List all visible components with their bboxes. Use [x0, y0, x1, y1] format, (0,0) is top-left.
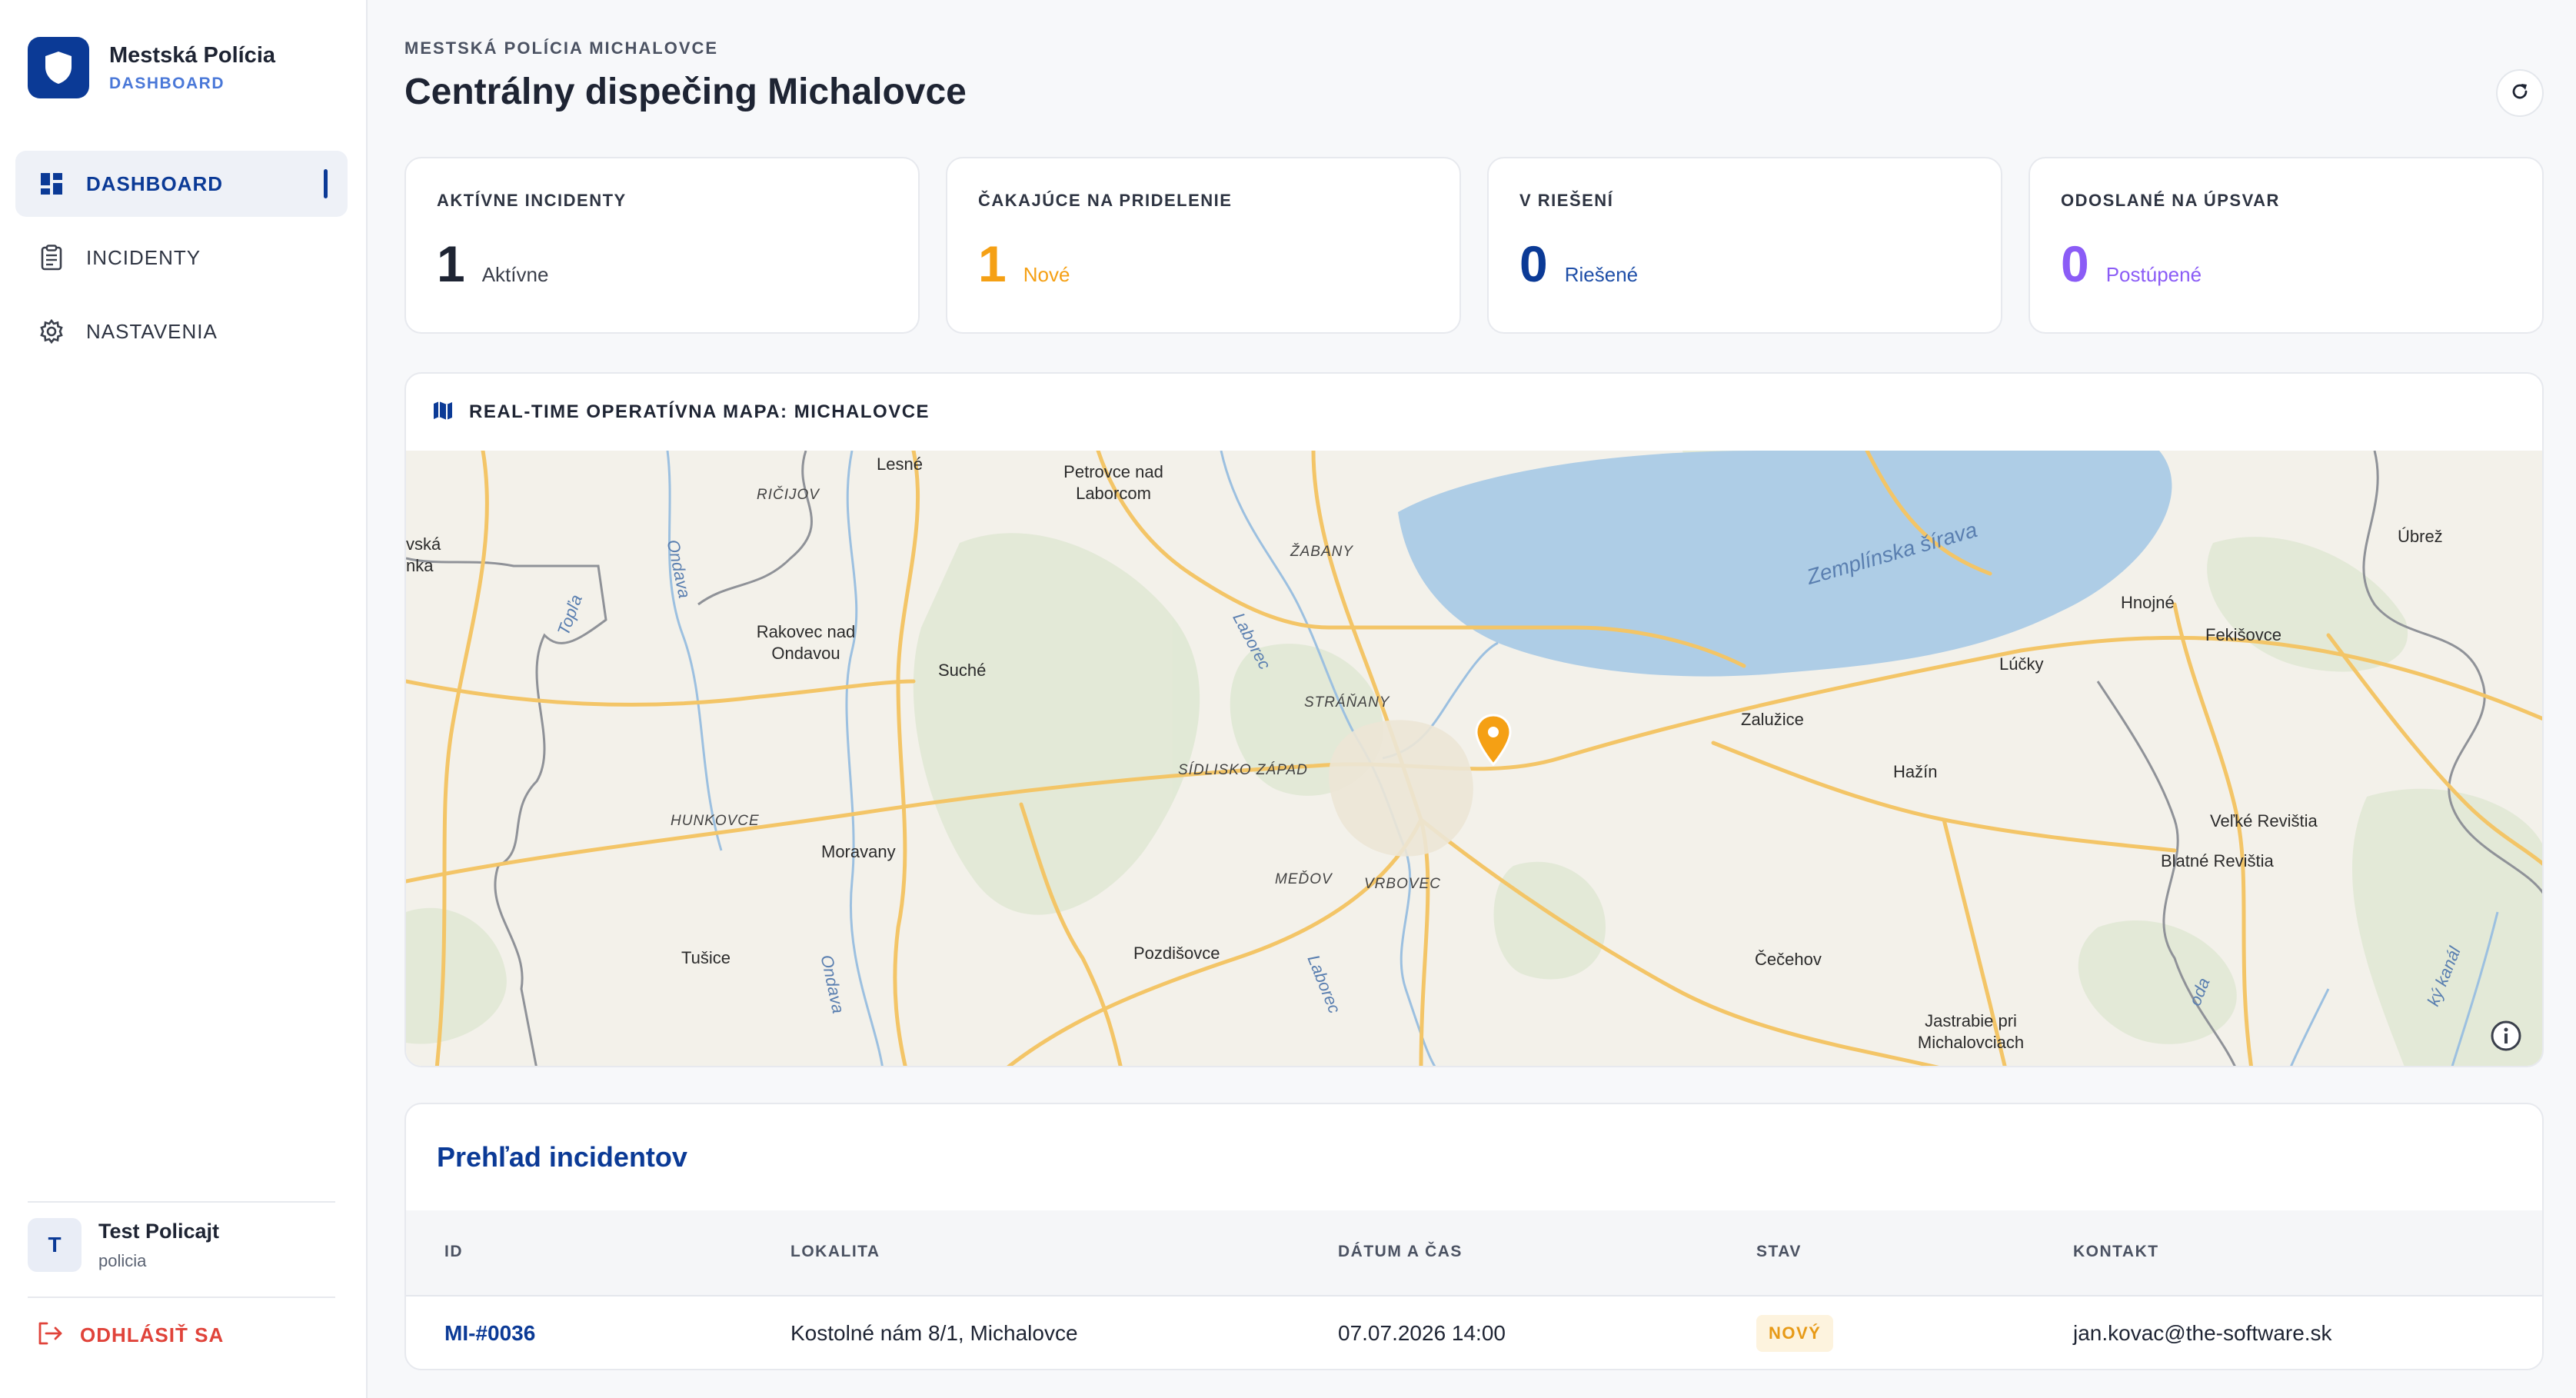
user-name: Test Policajt [98, 1219, 220, 1243]
sidebar: Mestská Polícia DASHBOARD DASHBOARD INCI… [0, 0, 368, 1398]
stat-card-in-progress: V RIEŠENÍ 0 Riešené [1487, 157, 2002, 334]
stat-unit: Postúpené [2105, 263, 2202, 286]
logout-icon [37, 1321, 63, 1350]
map-info-icon[interactable] [2490, 1020, 2522, 1052]
sidebar-item-nastavenia[interactable]: NASTAVENIA [15, 298, 348, 364]
sidebar-divider [28, 1201, 335, 1203]
incident-id-link[interactable]: MI-#0036 [444, 1321, 535, 1346]
logout-button[interactable]: ODHLÁSIŤ SA [37, 1321, 224, 1350]
map-place-label: Jastrabie pri Michalovciach [1917, 1011, 2025, 1052]
page-eyebrow: MESTSKÁ POLÍCIA MICHALOVCE [404, 38, 719, 58]
sidebar-item-label: NASTAVENIA [86, 319, 218, 343]
sidebar-item-label: INCIDENTY [86, 245, 201, 269]
map-place-label: Lesné [877, 454, 923, 474]
stat-card-active: AKTÍVNE INCIDENTY 1 Aktívne [404, 157, 920, 334]
map-card: REAL-TIME OPERATÍVNA MAPA: MICHALOVCE Le… [404, 372, 2544, 1067]
shield-logo-icon [28, 37, 89, 98]
stat-value: 0 [1519, 235, 1548, 292]
page-title: Centrálny dispečing Michalovce [404, 72, 967, 112]
map-place-label: Blatné Revištia [2161, 851, 2274, 870]
avatar: T [28, 1218, 82, 1272]
stat-label: ODOSLANÉ NA ÚPSVAR [2061, 191, 2280, 210]
sidebar-divider [28, 1296, 335, 1298]
table-row[interactable]: MI-#0036 Kostolné nám 8/1, Michalovce 07… [406, 1298, 2542, 1369]
stat-label: V RIEŠENÍ [1519, 191, 1614, 210]
incident-marker-pin-icon[interactable] [1474, 714, 1513, 767]
map-place-label: vská nka [406, 534, 441, 575]
brand-title: Mestská Polícia [109, 42, 275, 68]
stat-value: 1 [978, 235, 1007, 292]
map-place-label: Zalužice [1741, 710, 1804, 729]
column-header-status[interactable]: STAV [1756, 1243, 1802, 1261]
user-profile[interactable]: T Test Policajt policia [28, 1218, 219, 1272]
map-place-label: Pozdišovce [1133, 944, 1220, 963]
column-header-datetime[interactable]: DÁTUM A ČAS [1338, 1243, 1463, 1261]
stat-unit: Riešené [1564, 263, 1639, 286]
incident-contact: jan.kovac@the-software.sk [2073, 1321, 2332, 1345]
gear-icon [38, 318, 65, 345]
stat-label: ČAKAJÚCE NA PRIDELENIE [978, 191, 1233, 210]
map-place-label: STRÁŇANY [1304, 694, 1390, 711]
stat-value: 1 [437, 235, 465, 292]
stat-unit: Nové [1023, 263, 1070, 286]
refresh-button[interactable] [2496, 69, 2544, 117]
map-place-label: SÍDLISKO ZÁPAD [1178, 762, 1308, 778]
map-place-label: Čečehov [1755, 950, 1822, 969]
map-place-label: RIČIJOV [757, 487, 820, 503]
map-icon [432, 400, 454, 425]
grid-icon [38, 171, 65, 197]
incidents-table-card: Prehľad incidentov ID LOKALITA DÁTUM A Č… [404, 1103, 2544, 1370]
sidebar-item-dashboard[interactable]: DASHBOARD [15, 151, 348, 217]
stats-row: AKTÍVNE INCIDENTY 1 Aktívne ČAKAJÚCE NA … [404, 157, 2544, 334]
map-place-label: Lúčky [1999, 654, 2044, 674]
map-place-label: Suché [938, 661, 987, 680]
map-place-label: Úbrež [2398, 527, 2443, 546]
stat-unit: Aktívne [481, 263, 549, 286]
table-header: ID LOKALITA DÁTUM A ČAS STAV KONTAKT [406, 1210, 2542, 1296]
map-place-label: ŽABANY [1290, 544, 1354, 560]
map-place-label: Hažín [1893, 762, 1938, 781]
stat-value: 0 [2061, 235, 2089, 292]
clipboard-icon [38, 245, 65, 271]
map-place-label: Petrovce nad Laborcom [1063, 462, 1163, 503]
sidebar-item-label: DASHBOARD [86, 171, 223, 195]
map-place-label: Hnojné [2121, 593, 2175, 612]
brand[interactable]: Mestská Polícia DASHBOARD [28, 37, 275, 98]
map-place-label: MEĎOV [1275, 871, 1333, 887]
map-place-label: HUNKOVCE [671, 813, 760, 829]
user-role: policia [98, 1250, 147, 1270]
sidebar-item-incidenty[interactable]: INCIDENTY [15, 225, 348, 291]
column-header-contact[interactable]: KONTAKT [2073, 1243, 2159, 1261]
map-place-label: Tušice [681, 948, 731, 967]
map-title: REAL-TIME OPERATÍVNA MAPA: MICHALOVCE [469, 401, 930, 422]
map-place-label: Fekišovce [2205, 625, 2282, 644]
stat-label: AKTÍVNE INCIDENTY [437, 191, 627, 210]
map-place-label: Rakovec nad Ondavou [756, 622, 856, 663]
map-place-label: Veľké Revištia [2210, 811, 2318, 830]
status-badge: NOVÝ [1756, 1315, 1834, 1352]
logout-label: ODHLÁSIŤ SA [80, 1323, 225, 1346]
map-view[interactable]: Lesné RIČIJOV Petrovce nad Laborcom ŽABA… [406, 451, 2542, 1066]
incident-datetime: 07.07.2026 14:00 [1338, 1321, 1506, 1345]
incidents-table-title: Prehľad incidentov [437, 1141, 687, 1173]
map-place-label: Moravany [821, 842, 896, 861]
stat-card-pending: ČAKAJÚCE NA PRIDELENIE 1 Nové [946, 157, 1461, 334]
column-header-id[interactable]: ID [444, 1243, 463, 1261]
map-place-label: VRBOVEC [1364, 876, 1441, 892]
refresh-icon [2510, 82, 2530, 105]
stat-card-forwarded: ODOSLANÉ NA ÚPSVAR 0 Postúpené [2029, 157, 2544, 334]
incident-location: Kostolné nám 8/1, Michalovce [790, 1321, 1078, 1345]
sidebar-nav: DASHBOARD INCIDENTY NASTAVENIA [15, 151, 348, 372]
column-header-location[interactable]: LOKALITA [790, 1243, 880, 1261]
brand-subtitle: DASHBOARD [109, 74, 225, 92]
